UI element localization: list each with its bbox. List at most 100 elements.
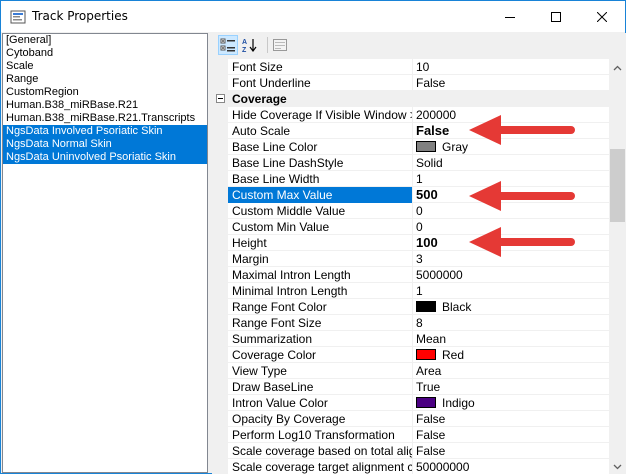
property-row-margin [212, 395, 228, 411]
property-value-text: False [416, 412, 446, 426]
property-name: Auto Scale [232, 124, 291, 138]
property-value[interactable]: 5000000 [413, 267, 609, 283]
property-row-margin [212, 123, 228, 139]
track-list-item[interactable]: Scale [3, 60, 207, 73]
property-pages-button[interactable] [270, 35, 290, 55]
property-name: Summarization [232, 332, 313, 346]
property-value[interactable]: False [413, 427, 609, 443]
property-row-margin [212, 187, 228, 203]
close-icon [597, 11, 607, 22]
property-row[interactable]: Opacity By Coverage False [212, 411, 609, 427]
annotation-arrow-auto-scale [469, 115, 575, 145]
property-row-margin [212, 107, 228, 123]
property-row[interactable]: Summarization Mean [212, 331, 609, 347]
property-row-margin [212, 315, 228, 331]
property-value[interactable]: False [413, 443, 609, 459]
track-list-item[interactable]: Range [3, 73, 207, 86]
track-list-item[interactable]: Human.B38_miRBase.R21.Transcripts [3, 112, 207, 125]
property-row[interactable]: Font Underline False [212, 75, 609, 91]
property-value[interactable]: True [413, 379, 609, 395]
property-value-text: 200000 [416, 108, 457, 122]
property-row-margin [212, 331, 228, 347]
property-row[interactable]: Draw BaseLine True [212, 379, 609, 395]
property-value-text: False [416, 444, 446, 458]
property-category-row[interactable]: Coverage [212, 91, 609, 107]
categorized-button[interactable] [218, 35, 238, 55]
property-name: Font Underline [232, 76, 311, 90]
property-name: Base Line Color [232, 140, 318, 154]
property-row[interactable]: Range Font Size 8 [212, 315, 609, 331]
track-list-item[interactable]: NgsData Involved Psoriatic Skin [3, 125, 207, 138]
property-value[interactable]: False [413, 75, 609, 91]
window-title: Track Properties [32, 9, 128, 23]
scroll-thumb[interactable] [610, 149, 625, 222]
property-value[interactable]: Indigo [413, 395, 609, 411]
track-list[interactable]: [General] Cytoband Scale Range CustomRegion H… [2, 33, 208, 473]
track-list-item[interactable]: Human.B38_miRBase.R21 [3, 99, 207, 112]
title-bar: Track Properties [1, 1, 625, 32]
property-value[interactable]: False [413, 411, 609, 427]
property-value-text: False [416, 123, 450, 138]
category-label: Coverage [232, 92, 287, 106]
collapse-icon[interactable] [216, 94, 225, 103]
property-name: Margin [232, 252, 269, 266]
property-row-margin [212, 363, 228, 379]
color-swatch [416, 349, 436, 360]
color-swatch [416, 301, 436, 312]
close-button[interactable] [579, 1, 625, 32]
property-grid-scrollbar[interactable] [609, 59, 626, 474]
property-value-text: Red [442, 348, 465, 362]
property-value-text: 3 [416, 252, 423, 266]
property-row-margin [212, 219, 228, 235]
scroll-down-button[interactable] [609, 458, 626, 474]
track-list-item[interactable]: CustomRegion [3, 86, 207, 99]
property-row-margin [212, 235, 228, 251]
property-row-margin [212, 427, 228, 443]
minimize-button[interactable] [487, 1, 533, 32]
property-row[interactable]: Base Line DashStyle Solid [212, 155, 609, 171]
property-row[interactable]: View Type Area [212, 363, 609, 379]
property-value[interactable]: 1 [413, 283, 609, 299]
property-row-margin [212, 443, 228, 459]
property-value[interactable]: Mean [413, 331, 609, 347]
property-value-text: 100 [416, 235, 438, 250]
property-row[interactable]: Minimal Intron Length 1 [212, 283, 609, 299]
property-name: View Type [232, 364, 287, 378]
property-name: Range Font Size [232, 316, 322, 330]
annotation-arrow-custom-max [469, 181, 575, 211]
alphabetical-button[interactable]: A Z [240, 35, 260, 55]
property-value[interactable]: 8 [413, 315, 609, 331]
property-row[interactable]: Intron Value Color Indigo [212, 395, 609, 411]
scroll-up-button[interactable] [609, 59, 626, 76]
track-list-item[interactable]: Cytoband [3, 47, 207, 60]
svg-text:Z: Z [242, 47, 247, 53]
property-value[interactable]: 10 [413, 59, 609, 75]
property-row[interactable]: Scale coverage based on total alignr Fals… [212, 443, 609, 459]
track-list-item[interactable]: NgsData Normal Skin [3, 138, 207, 151]
property-value[interactable]: Red [413, 347, 609, 363]
maximize-button[interactable] [533, 1, 579, 32]
track-list-item[interactable]: [General] [3, 34, 207, 47]
property-name: Scale coverage based on total alignr [232, 444, 412, 458]
maximize-icon [551, 11, 561, 22]
property-row[interactable]: Maximal Intron Length 5000000 [212, 267, 609, 283]
property-grid-toolbar: A Z [212, 33, 626, 59]
property-value[interactable]: Black [413, 299, 609, 315]
property-row[interactable]: Coverage Color Red [212, 347, 609, 363]
property-value[interactable]: Solid [413, 155, 609, 171]
property-value-text: 1 [416, 284, 423, 298]
property-value-text: 500 [416, 187, 438, 202]
property-value[interactable]: Area [413, 363, 609, 379]
property-row[interactable]: Perform Log10 Transformation False [212, 427, 609, 443]
property-row-margin [212, 75, 228, 91]
property-name: Draw BaseLine [232, 380, 314, 394]
property-name: Base Line Width [232, 172, 320, 186]
annotation-arrow-height [469, 227, 575, 257]
property-row[interactable]: Range Font Color Black [212, 299, 609, 315]
property-value-text: 0 [416, 204, 423, 218]
track-list-item[interactable]: NgsData Uninvolved Psoriatic Skin [3, 151, 207, 164]
property-row[interactable]: Font Size 10 [212, 59, 609, 75]
property-row[interactable]: Scale coverage target alignment cou 50000… [212, 459, 609, 474]
property-value[interactable]: 50000000 [413, 459, 609, 474]
property-name: Height [232, 236, 267, 250]
